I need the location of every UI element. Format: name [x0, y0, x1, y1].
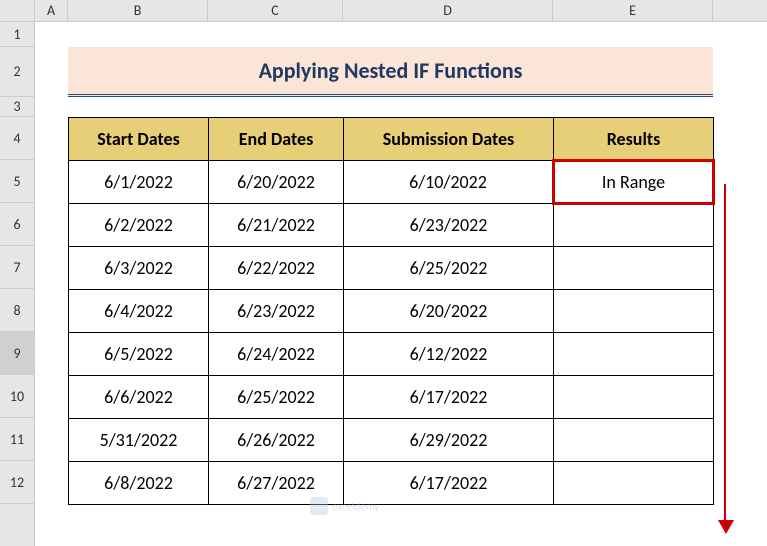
- cell-submission[interactable]: 6/17/2022: [344, 376, 554, 419]
- cell-start[interactable]: 6/2/2022: [69, 204, 209, 247]
- cell-submission[interactable]: 6/20/2022: [344, 290, 554, 333]
- watermark: exceldemy: [310, 497, 379, 515]
- table-row: 5/31/2022 6/26/2022 6/29/2022: [69, 419, 714, 462]
- cell-end[interactable]: 6/22/2022: [209, 247, 344, 290]
- cell-start[interactable]: 6/6/2022: [69, 376, 209, 419]
- column-headers-row: A B C D E: [0, 0, 767, 22]
- row-header-5[interactable]: 5: [0, 160, 34, 203]
- watermark-icon: [310, 497, 328, 515]
- col-header-E[interactable]: E: [553, 0, 713, 21]
- cell-start[interactable]: 6/8/2022: [69, 462, 209, 505]
- table-row: 6/2/2022 6/21/2022 6/23/2022: [69, 204, 714, 247]
- cell-end[interactable]: 6/23/2022: [209, 290, 344, 333]
- cell-result[interactable]: [554, 419, 714, 462]
- row-header-10[interactable]: 10: [0, 375, 34, 418]
- header-end-dates[interactable]: End Dates: [209, 118, 344, 161]
- table-row: 6/8/2022 6/27/2022 6/17/2022: [69, 462, 714, 505]
- table-header-row: Start Dates End Dates Submission Dates R…: [69, 118, 714, 161]
- table-row: 6/4/2022 6/23/2022 6/20/2022: [69, 290, 714, 333]
- cell-result[interactable]: [554, 376, 714, 419]
- col-header-A[interactable]: A: [35, 0, 68, 21]
- table-row: 6/5/2022 6/24/2022 6/12/2022: [69, 333, 714, 376]
- cell-result-highlighted[interactable]: In Range: [554, 161, 714, 204]
- row-header-2[interactable]: 2: [0, 47, 34, 97]
- page-title[interactable]: Applying Nested IF Functions: [68, 47, 713, 97]
- col-header-B[interactable]: B: [68, 0, 208, 21]
- cell-result[interactable]: [554, 462, 714, 505]
- col-header-D[interactable]: D: [343, 0, 553, 21]
- header-start-dates[interactable]: Start Dates: [69, 118, 209, 161]
- cell-result[interactable]: [554, 204, 714, 247]
- row-headers-col: 1 2 3 4 5 6 7 8 9 10 11 12: [0, 22, 35, 546]
- cell-submission[interactable]: 6/25/2022: [344, 247, 554, 290]
- table-row: 6/6/2022 6/25/2022 6/17/2022: [69, 376, 714, 419]
- fill-arrow-line: [724, 184, 726, 524]
- row-header-9[interactable]: 9: [0, 332, 34, 375]
- cell-result[interactable]: [554, 333, 714, 376]
- cell-end[interactable]: 6/26/2022: [209, 419, 344, 462]
- content-area: 1 2 3 4 5 6 7 8 9 10 11 12 Applying Nest…: [0, 22, 767, 546]
- row-header-11[interactable]: 11: [0, 418, 34, 461]
- spreadsheet-grid: A B C D E 1 2 3 4 5 6 7 8 9 10 11 12 App…: [0, 0, 767, 546]
- cell-result[interactable]: [554, 290, 714, 333]
- cell-submission[interactable]: 6/10/2022: [344, 161, 554, 204]
- cell-end[interactable]: 6/21/2022: [209, 204, 344, 247]
- header-results[interactable]: Results: [554, 118, 714, 161]
- watermark-text: exceldemy: [332, 500, 379, 513]
- select-all-corner[interactable]: [0, 0, 35, 21]
- row-header-3[interactable]: 3: [0, 97, 34, 117]
- row-header-1[interactable]: 1: [0, 22, 34, 47]
- cell-start[interactable]: 6/4/2022: [69, 290, 209, 333]
- row-header-4[interactable]: 4: [0, 117, 34, 160]
- table-row: 6/3/2022 6/22/2022 6/25/2022: [69, 247, 714, 290]
- cell-submission[interactable]: 6/12/2022: [344, 333, 554, 376]
- cell-start[interactable]: 6/1/2022: [69, 161, 209, 204]
- col-header-C[interactable]: C: [208, 0, 343, 21]
- data-table: Start Dates End Dates Submission Dates R…: [68, 117, 715, 505]
- cell-start[interactable]: 6/5/2022: [69, 333, 209, 376]
- cells-area[interactable]: Applying Nested IF Functions Start Dates…: [35, 22, 767, 546]
- row-header-8[interactable]: 8: [0, 289, 34, 332]
- cell-submission[interactable]: 6/29/2022: [344, 419, 554, 462]
- cell-end[interactable]: 6/20/2022: [209, 161, 344, 204]
- cell-start[interactable]: 6/3/2022: [69, 247, 209, 290]
- table-row: 6/1/2022 6/20/2022 6/10/2022 In Range: [69, 161, 714, 204]
- row-header-12[interactable]: 12: [0, 461, 34, 504]
- row-header-6[interactable]: 6: [0, 203, 34, 246]
- cell-end[interactable]: 6/24/2022: [209, 333, 344, 376]
- header-submission-dates[interactable]: Submission Dates: [344, 118, 554, 161]
- cell-end[interactable]: 6/25/2022: [209, 376, 344, 419]
- cell-submission[interactable]: 6/23/2022: [344, 204, 554, 247]
- cell-start[interactable]: 5/31/2022: [69, 419, 209, 462]
- row-header-7[interactable]: 7: [0, 246, 34, 289]
- cell-result[interactable]: [554, 247, 714, 290]
- fill-arrow-head-icon: [718, 520, 734, 534]
